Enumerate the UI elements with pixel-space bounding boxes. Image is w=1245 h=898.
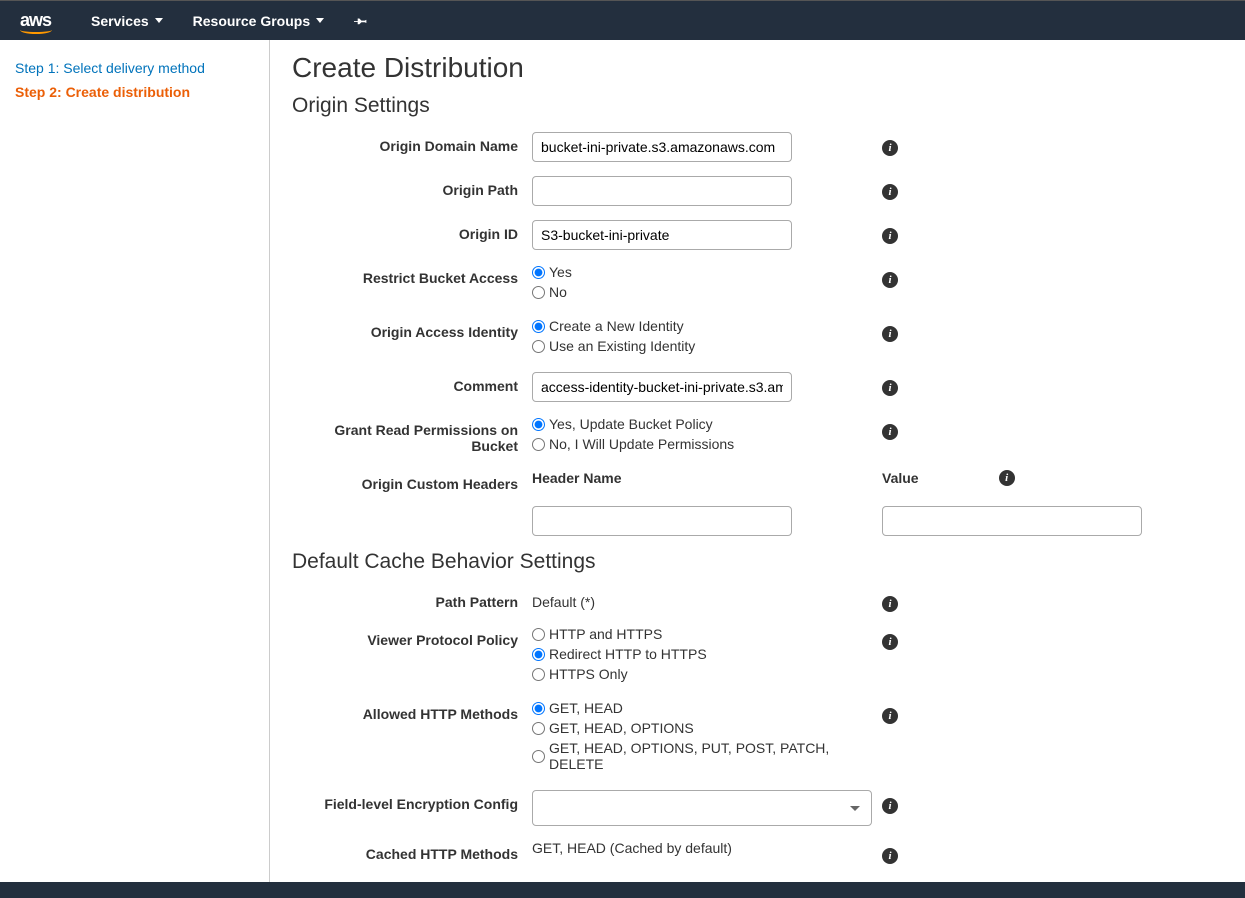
chevron-down-icon	[155, 18, 163, 23]
comment-input[interactable]	[532, 372, 792, 402]
restrict-bucket-no-label: No	[549, 284, 567, 300]
page-title: Create Distribution	[292, 52, 1223, 84]
origin-id-input[interactable]	[532, 220, 792, 250]
header-name-label: Header Name	[532, 470, 882, 486]
sidebar: Step 1: Select delivery method Step 2: C…	[0, 40, 270, 882]
restrict-bucket-access-label: Restrict Bucket Access	[292, 264, 532, 286]
origin-path-input[interactable]	[532, 176, 792, 206]
bottom-bar	[0, 882, 1245, 898]
grant-read-yes-radio[interactable]	[532, 418, 545, 431]
cached-http-methods-label: Cached HTTP Methods	[292, 840, 532, 862]
grant-read-perms-label: Grant Read Permissions on Bucket	[292, 416, 532, 454]
resource-groups-menu[interactable]: Resource Groups	[193, 13, 324, 29]
info-icon[interactable]: i	[882, 798, 898, 814]
grant-read-no-label: No, I Will Update Permissions	[549, 436, 734, 452]
aws-logo[interactable]: aws	[20, 10, 51, 31]
allowed-all-label: GET, HEAD, OPTIONS, PUT, POST, PATCH, DE…	[549, 740, 882, 772]
origin-access-identity-label: Origin Access Identity	[292, 318, 532, 340]
allowed-all-radio[interactable]	[532, 750, 545, 763]
vpp-both-label: HTTP and HTTPS	[549, 626, 662, 642]
oai-existing-radio[interactable]	[532, 340, 545, 353]
pin-button[interactable]	[354, 14, 368, 28]
header-value-input[interactable]	[882, 506, 1142, 536]
pin-icon	[354, 14, 368, 28]
cached-http-methods-value: GET, HEAD (Cached by default)	[532, 840, 882, 856]
main-wrapper: Step 1: Select delivery method Step 2: C…	[0, 40, 1245, 882]
services-label: Services	[91, 13, 149, 29]
oai-create-label: Create a New Identity	[549, 318, 684, 334]
chevron-down-icon	[316, 18, 324, 23]
restrict-bucket-yes-radio[interactable]	[532, 266, 545, 279]
restrict-bucket-yes-label: Yes	[549, 264, 572, 280]
path-pattern-value: Default (*)	[532, 588, 882, 610]
info-icon[interactable]: i	[882, 634, 898, 650]
step2-link[interactable]: Step 2: Create distribution	[15, 84, 254, 100]
info-icon[interactable]: i	[882, 228, 898, 244]
vpp-redirect-radio[interactable]	[532, 648, 545, 661]
comment-label: Comment	[292, 372, 532, 394]
info-icon[interactable]: i	[882, 848, 898, 864]
info-icon[interactable]: i	[882, 184, 898, 200]
viewer-protocol-policy-label: Viewer Protocol Policy	[292, 626, 532, 648]
info-icon[interactable]: i	[882, 380, 898, 396]
vpp-both-radio[interactable]	[532, 628, 545, 641]
vpp-https-only-label: HTTPS Only	[549, 666, 628, 682]
allowed-gh-radio[interactable]	[532, 702, 545, 715]
info-icon[interactable]: i	[882, 272, 898, 288]
allowed-gho-radio[interactable]	[532, 722, 545, 735]
header-name-input[interactable]	[532, 506, 792, 536]
path-pattern-label: Path Pattern	[292, 588, 532, 610]
origin-custom-headers-label: Origin Custom Headers	[292, 470, 532, 492]
oai-create-radio[interactable]	[532, 320, 545, 333]
vpp-redirect-label: Redirect HTTP to HTTPS	[549, 646, 707, 662]
section-cache-behavior: Default Cache Behavior Settings	[292, 550, 1223, 574]
info-icon[interactable]: i	[882, 708, 898, 724]
allowed-gh-label: GET, HEAD	[549, 700, 623, 716]
origin-id-label: Origin ID	[292, 220, 532, 242]
vpp-https-only-radio[interactable]	[532, 668, 545, 681]
grant-read-yes-label: Yes, Update Bucket Policy	[549, 416, 713, 432]
allowed-gho-label: GET, HEAD, OPTIONS	[549, 720, 694, 736]
info-icon[interactable]: i	[882, 424, 898, 440]
services-menu[interactable]: Services	[91, 13, 163, 29]
restrict-bucket-no-radio[interactable]	[532, 286, 545, 299]
info-icon[interactable]: i	[882, 140, 898, 156]
grant-read-no-radio[interactable]	[532, 438, 545, 451]
field-encryption-label: Field-level Encryption Config	[292, 790, 532, 812]
info-icon[interactable]: i	[999, 470, 1015, 486]
origin-domain-name-label: Origin Domain Name	[292, 132, 532, 154]
oai-existing-label: Use an Existing Identity	[549, 338, 695, 354]
allowed-http-methods-label: Allowed HTTP Methods	[292, 700, 532, 722]
step1-link[interactable]: Step 1: Select delivery method	[15, 60, 254, 76]
origin-path-label: Origin Path	[292, 176, 532, 198]
field-encryption-select[interactable]	[532, 790, 872, 826]
info-icon[interactable]: i	[882, 326, 898, 342]
info-icon[interactable]: i	[882, 596, 898, 612]
origin-domain-name-input[interactable]	[532, 132, 792, 162]
resource-groups-label: Resource Groups	[193, 13, 310, 29]
value-label: Value	[882, 470, 919, 486]
top-navigation: aws Services Resource Groups	[0, 0, 1245, 40]
section-origin-settings: Origin Settings	[292, 94, 1223, 118]
content-area: Create Distribution Origin Settings Orig…	[270, 40, 1245, 882]
